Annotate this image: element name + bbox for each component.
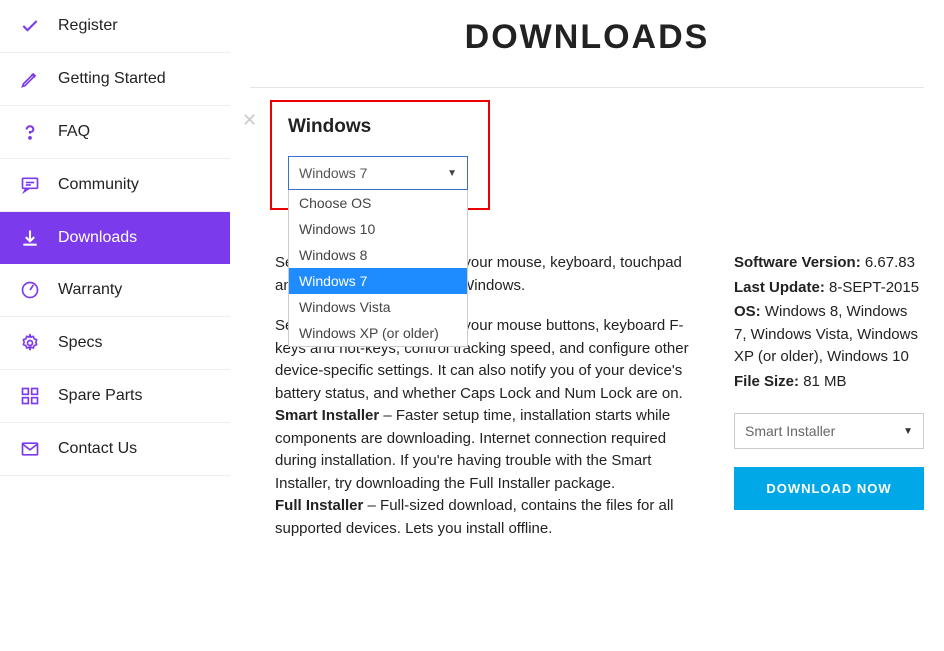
gauge-icon [20, 280, 40, 300]
sidebar-item-warranty[interactable]: Warranty [0, 264, 230, 317]
os-option[interactable]: Windows 7 [289, 268, 467, 294]
os-option[interactable]: Windows XP (or older) [289, 320, 467, 346]
os-line: OS: Windows 8, Windows 7, Windows Vista,… [734, 301, 924, 369]
os-info-value: Windows 8, Windows 7, Windows Vista, Win… [734, 303, 918, 365]
sidebar-item-label: Register [58, 17, 118, 35]
chevron-down-icon: ▼ [903, 426, 913, 437]
version-line: Software Version: 6.67.83 [734, 252, 924, 275]
info-column: Software Version: 6.67.83 Last Update: 8… [734, 252, 924, 540]
sidebar-item-label: FAQ [58, 123, 90, 141]
check-icon [20, 16, 40, 36]
size-line: File Size: 81 MB [734, 371, 924, 394]
update-label: Last Update: [734, 279, 825, 296]
os-info-label: OS: [734, 303, 761, 320]
sidebar-item-register[interactable]: Register [0, 0, 230, 53]
sidebar-item-spare-parts[interactable]: Spare Parts [0, 370, 230, 423]
sidebar-item-faq[interactable]: FAQ [0, 106, 230, 159]
sidebar-item-specs[interactable]: Specs [0, 317, 230, 370]
chat-icon [20, 175, 40, 195]
grid-icon [20, 386, 40, 406]
os-option[interactable]: Choose OS [289, 190, 467, 216]
close-icon[interactable]: ✕ [242, 110, 257, 131]
download-now-button[interactable]: DOWNLOAD NOW [734, 467, 924, 510]
sidebar-item-getting-started[interactable]: Getting Started [0, 53, 230, 106]
os-select-value: Windows 7 [299, 165, 367, 181]
main-content: DOWNLOADS ✕ Windows Windows 7 ▼ Choose O… [230, 0, 944, 560]
page-title: DOWNLOADS [250, 18, 924, 57]
sidebar-item-contact[interactable]: Contact Us [0, 423, 230, 476]
description-smart: Smart Installer – Faster setup time, ins… [275, 405, 704, 495]
mail-icon [20, 439, 40, 459]
os-label: Windows [288, 116, 472, 138]
divider [250, 87, 924, 88]
os-option[interactable]: Windows 10 [289, 216, 467, 242]
update-line: Last Update: 8-SEPT-2015 [734, 277, 924, 300]
chevron-down-icon: ▼ [447, 168, 457, 179]
sidebar: Register Getting Started FAQ Community D… [0, 0, 230, 560]
version-label: Software Version: [734, 254, 861, 271]
full-installer-label: Full Installer [275, 497, 363, 514]
smart-installer-label: Smart Installer [275, 407, 379, 424]
sidebar-item-label: Contact Us [58, 440, 137, 458]
os-picker-highlight: Windows Windows 7 ▼ Choose OS Windows 10… [270, 100, 490, 210]
os-select-options: Choose OS Windows 10 Windows 8 Windows 7… [288, 190, 468, 347]
sidebar-item-label: Downloads [58, 229, 137, 247]
size-value: 81 MB [803, 373, 846, 390]
os-select[interactable]: Windows 7 ▼ Choose OS Windows 10 Windows… [288, 156, 468, 190]
sidebar-item-community[interactable]: Community [0, 159, 230, 212]
os-option[interactable]: Windows 8 [289, 242, 467, 268]
question-icon [20, 122, 40, 142]
size-label: File Size: [734, 373, 799, 390]
os-select-display[interactable]: Windows 7 ▼ [288, 156, 468, 190]
sidebar-item-downloads[interactable]: Downloads [0, 212, 230, 264]
sidebar-item-label: Warranty [58, 281, 122, 299]
installer-select[interactable]: Smart Installer ▼ [734, 413, 924, 449]
sidebar-item-label: Specs [58, 334, 102, 352]
version-value: 6.67.83 [865, 254, 915, 271]
sidebar-item-label: Community [58, 176, 139, 194]
sidebar-item-label: Getting Started [58, 70, 166, 88]
installer-select-value: Smart Installer [745, 423, 835, 439]
gear-icon [20, 333, 40, 353]
download-icon [20, 228, 40, 248]
os-section: ✕ Windows Windows 7 ▼ Choose OS Windows … [270, 100, 924, 210]
pencil-icon [20, 69, 40, 89]
description-full: Full Installer – Full-sized download, co… [275, 495, 704, 540]
os-option[interactable]: Windows Vista [289, 294, 467, 320]
sidebar-item-label: Spare Parts [58, 387, 142, 405]
update-value: 8-SEPT-2015 [829, 279, 919, 296]
